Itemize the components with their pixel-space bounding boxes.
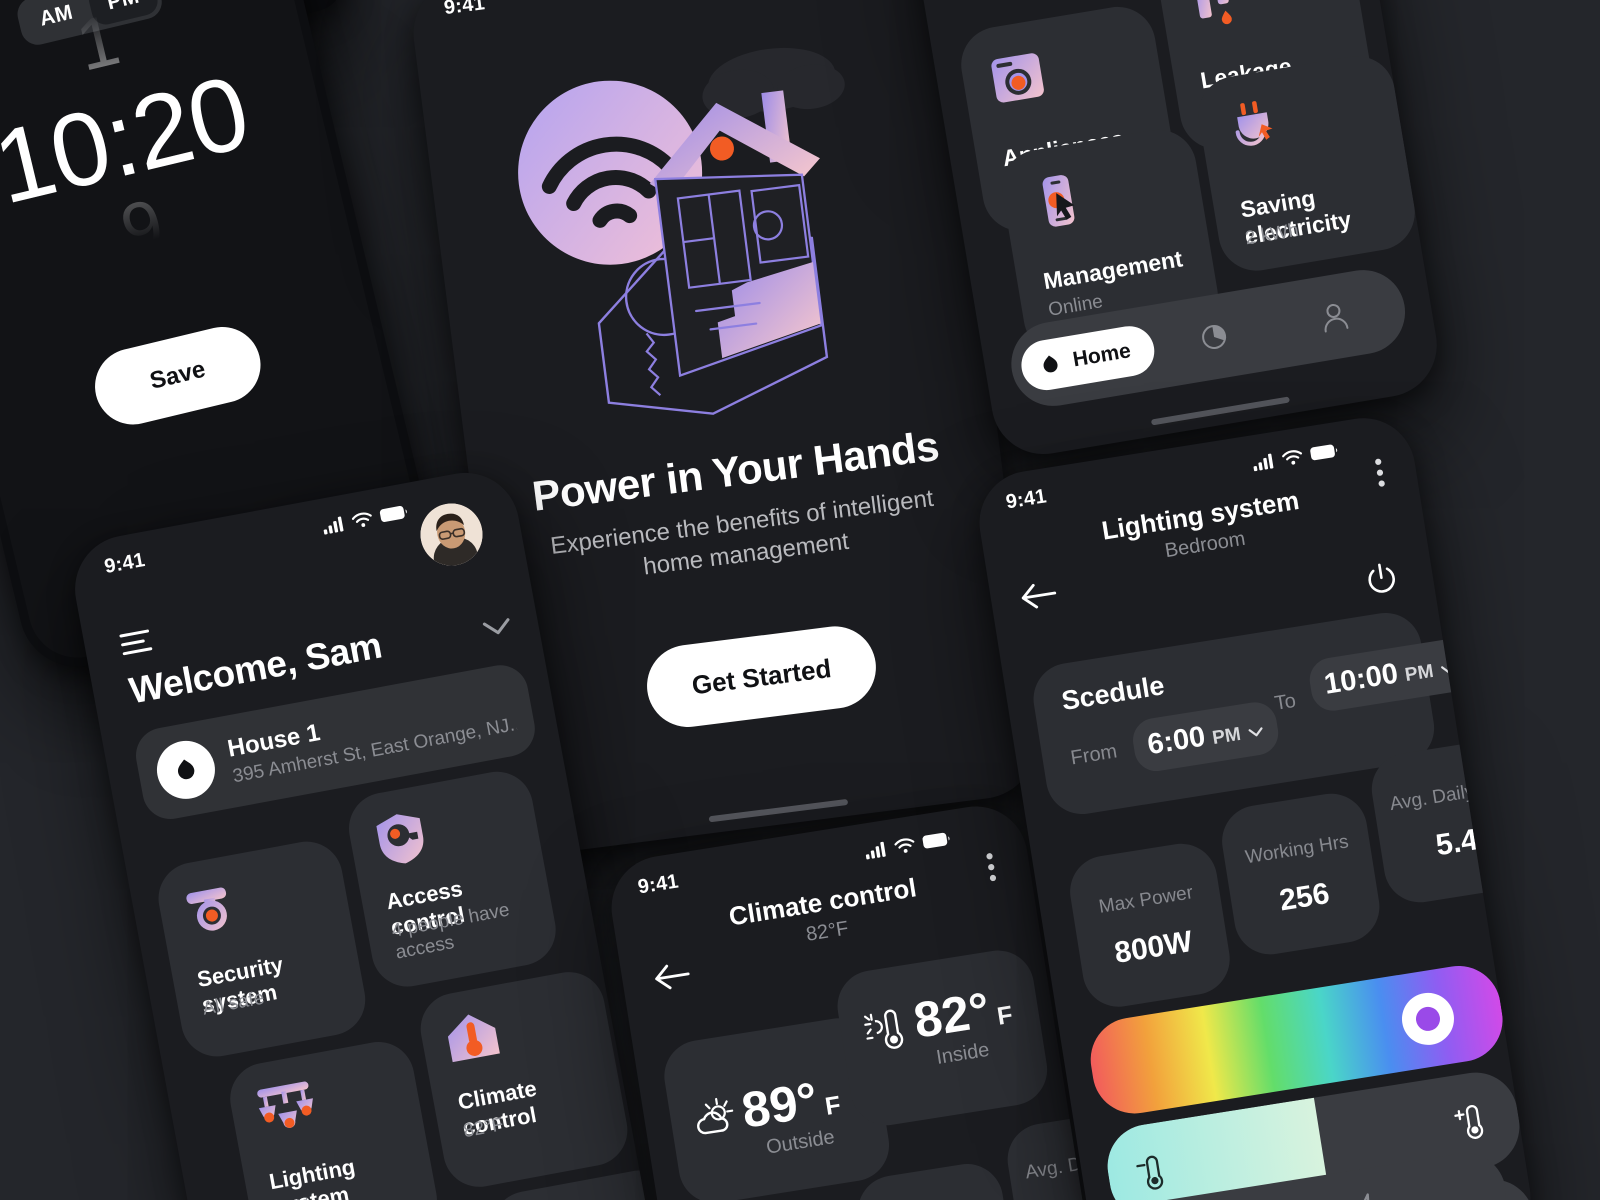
home-indicator xyxy=(1150,396,1290,426)
screens-collage: Max Power 800W 256 AM PM 1 10:20 9 Save xyxy=(0,0,1600,1200)
outside-temp-unit: F xyxy=(823,1090,843,1121)
home-icon xyxy=(1043,355,1058,373)
stat-label: Max Power xyxy=(1097,882,1195,918)
cold-thermometer-icon xyxy=(1134,1153,1169,1191)
washing-machine-icon xyxy=(985,46,1049,110)
stat-label: Working Hrs xyxy=(1243,831,1351,869)
nav-item-home[interactable]: Home xyxy=(1017,322,1159,394)
stat-avg-daily-hrs: Avg. Daily Hrs 5.4 xyxy=(1366,735,1538,908)
to-time-value: 10:00 xyxy=(1321,657,1401,701)
stat-max-power: Max Power 800W xyxy=(1064,838,1235,1012)
card-access-control[interactable]: Access control 4 people have access xyxy=(343,765,562,993)
schedule-title: Scedule xyxy=(1059,670,1167,717)
schedule-to-chip[interactable]: 10:00 PM xyxy=(1306,636,1474,714)
battery-icon xyxy=(922,832,950,849)
chevron-down-icon xyxy=(1248,727,1263,737)
card-security-system[interactable]: Security system All safe xyxy=(152,835,372,1063)
status-time: 9:41 xyxy=(442,0,487,19)
back-button[interactable] xyxy=(653,960,695,992)
power-plug-icon xyxy=(1223,95,1289,160)
pie-chart-icon xyxy=(1202,324,1227,349)
cctv-camera-icon xyxy=(180,877,245,938)
status-time: 9:41 xyxy=(1004,484,1049,513)
card-lighting-system[interactable]: Lighting system 72% xyxy=(224,1036,443,1200)
schedule-to-label: To xyxy=(1273,689,1298,715)
nav-item-profile[interactable] xyxy=(1272,292,1397,342)
wifi-icon xyxy=(1282,449,1302,465)
cellular-icon xyxy=(323,516,344,535)
menu-button[interactable] xyxy=(119,628,157,658)
house-thermometer-icon xyxy=(442,1008,502,1067)
card-label: Lighting system xyxy=(267,1153,358,1200)
shield-lock-icon xyxy=(371,808,432,871)
wifi-icon xyxy=(351,512,372,527)
cellular-icon xyxy=(1253,453,1274,472)
tile-saving-electricity[interactable]: Saving electricity 2 kWh xyxy=(1192,50,1421,277)
warm-thermometer-icon xyxy=(1452,1102,1489,1141)
home-icon xyxy=(152,736,220,804)
card-climate-control[interactable]: Climate control 82°F xyxy=(414,966,634,1193)
to-meridiem: PM xyxy=(1403,660,1435,687)
schedule-from-chip[interactable]: 6:00 PM xyxy=(1129,699,1281,775)
schedule-from-label: From xyxy=(1069,740,1119,770)
person-icon xyxy=(1324,303,1349,333)
hue-slider-thumb[interactable] xyxy=(1398,989,1458,1049)
power-toggle-button[interactable] xyxy=(1362,560,1401,599)
save-button[interactable]: Save xyxy=(87,319,269,433)
battery-icon xyxy=(379,506,407,522)
battery-icon xyxy=(1310,444,1338,461)
stat-value: 5.4 xyxy=(1433,823,1480,863)
home-indicator xyxy=(708,798,849,823)
status-time: 9:41 xyxy=(102,548,147,578)
from-meridiem: PM xyxy=(1210,723,1243,750)
inside-temp-unit: F xyxy=(995,1000,1015,1031)
smart-home-illustration xyxy=(488,18,923,444)
chevron-down-icon xyxy=(1440,664,1455,674)
faucet-drip-icon xyxy=(1184,0,1248,38)
cellular-icon xyxy=(865,841,886,860)
wifi-icon xyxy=(894,837,915,853)
chandelier-icon xyxy=(252,1076,320,1138)
phone-tap-icon xyxy=(1026,169,1090,233)
stat-working-hrs: Working Hrs 256 xyxy=(1216,788,1385,960)
nav-home-label: Home xyxy=(1071,339,1133,372)
status-time: 9:41 xyxy=(636,869,681,899)
sun-cloud-icon xyxy=(692,1093,739,1137)
stat-label: Avg. Daily Hrs xyxy=(1388,775,1511,816)
stat-value: 256 xyxy=(1277,877,1332,918)
back-button[interactable] xyxy=(1019,580,1061,612)
reading-inside[interactable]: 82° F Inside xyxy=(832,945,1053,1131)
tile-label: Management xyxy=(1041,245,1185,295)
nav-item-stats[interactable] xyxy=(1152,312,1277,362)
get-started-button[interactable]: Get Started xyxy=(642,621,881,732)
from-time-value: 6:00 xyxy=(1145,720,1208,762)
chevron-down-icon[interactable] xyxy=(481,616,514,639)
bolt-icon xyxy=(1358,1193,1379,1200)
stat-label: Working Hrs xyxy=(859,1196,1007,1200)
stat-value: 800W xyxy=(1112,925,1195,970)
sun-thermometer-icon xyxy=(860,1006,910,1056)
